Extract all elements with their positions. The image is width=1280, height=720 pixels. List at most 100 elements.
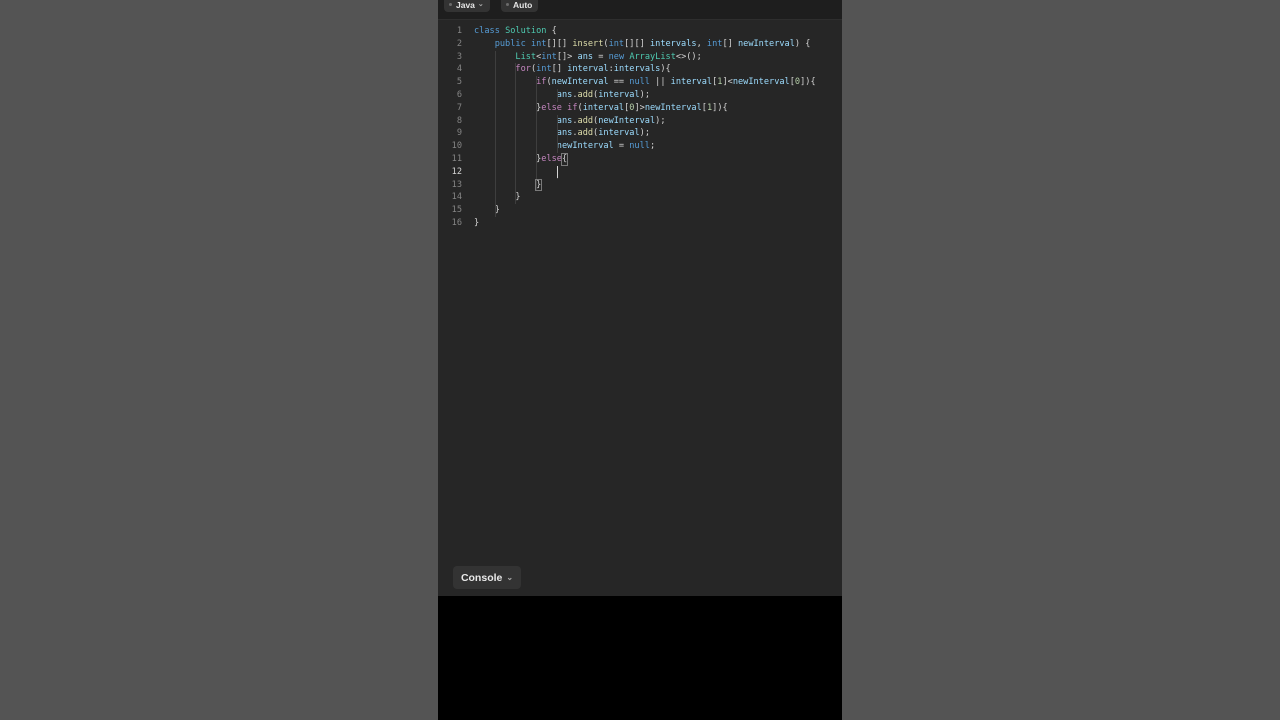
line-number: 5	[456, 77, 462, 88]
code-line[interactable]: 15 }	[438, 204, 842, 217]
code-token: [][]	[624, 38, 650, 49]
code-token: ArrayList	[629, 51, 676, 62]
line-number: 10	[451, 141, 462, 152]
language-label: Java	[456, 0, 475, 10]
code-text: }else{	[474, 153, 567, 166]
code-token: int	[536, 64, 552, 75]
code-token: int	[541, 51, 557, 62]
code-token: }	[474, 153, 542, 164]
line-number: 11	[451, 153, 462, 164]
code-line[interactable]: 7 }else if(interval[0]>newInterval[1]){	[438, 102, 842, 115]
text-cursor	[556, 165, 558, 178]
code-line[interactable]: 1 class Solution {	[438, 25, 842, 38]
code-token: ,	[696, 38, 707, 49]
code-line[interactable]: 2 public int[][] insert(int[][] interval…	[438, 38, 842, 51]
code-line[interactable]: 13 }	[438, 179, 842, 192]
code-token: }	[474, 192, 521, 203]
code-token: newInterval	[551, 77, 609, 88]
code-line[interactable]: 8 ans.add(newInterval);	[438, 115, 842, 128]
line-number: 3	[456, 51, 462, 62]
code-token: newInterval	[737, 38, 795, 49]
code-text: }	[474, 217, 479, 230]
code-text: class Solution {	[474, 25, 557, 38]
editor-toolbar: Java ⌄ Auto	[438, 0, 842, 20]
code-token: int	[706, 38, 723, 49]
code-token: =	[593, 51, 609, 62]
code-token: public	[494, 38, 526, 49]
code-token: int	[530, 38, 547, 49]
code-token: if	[567, 102, 578, 113]
code-token: newInterval	[598, 115, 656, 126]
language-dot-icon	[449, 3, 452, 6]
code-token: if	[536, 77, 547, 88]
code-editor[interactable]: Java ⌄ Auto 1 class Solution {2 public in…	[438, 0, 842, 596]
code-line[interactable]: 14 }	[438, 191, 842, 204]
code-token: =	[613, 141, 630, 152]
code-token: new	[608, 51, 625, 62]
mode-selector[interactable]: Auto	[501, 0, 539, 12]
code-token: for	[515, 64, 531, 75]
code-text: }else if(interval[0]>newInterval[1]){	[474, 102, 728, 115]
code-token: Solution	[505, 26, 547, 36]
language-selector[interactable]: Java ⌄	[444, 0, 490, 12]
code-token: add	[577, 89, 594, 100]
code-token: ;	[649, 141, 656, 152]
code-text: List<int[]> ans = new ArrayList<>();	[474, 51, 702, 64]
code-token: newInterval	[556, 141, 614, 152]
code-token: ans	[577, 51, 594, 62]
code-line[interactable]: 16}	[438, 217, 842, 230]
code-token: ans	[556, 115, 573, 126]
line-number: 14	[451, 192, 462, 203]
code-token: <>();	[675, 51, 702, 62]
code-text: if(newInterval == null || interval[1]<ne…	[474, 76, 816, 89]
code-token: interval	[567, 64, 609, 75]
line-number: 2	[456, 38, 462, 49]
mode-label: Auto	[513, 0, 533, 10]
line-number: 15	[451, 205, 462, 216]
code-line[interactable]: 9 ans.add(interval);	[438, 127, 842, 140]
bracket-match-highlight	[535, 178, 543, 192]
code-token: {	[546, 26, 557, 36]
indent-guide	[536, 76, 538, 192]
code-line[interactable]: 12	[438, 166, 842, 179]
code-token: ]){	[800, 77, 816, 88]
chevron-down-icon: ⌄	[506, 573, 514, 582]
line-number: 4	[456, 64, 462, 75]
mode-dot-icon	[506, 3, 509, 6]
code-token: ) {	[794, 38, 811, 49]
code-line[interactable]: 11 }else{	[438, 153, 842, 166]
code-text: }	[474, 191, 521, 204]
code-token: newInterval	[732, 77, 790, 88]
code-token: [][]	[546, 38, 573, 49]
code-token: ans	[556, 89, 573, 100]
console-button[interactable]: Console ⌄	[453, 566, 521, 589]
indent-guide	[515, 63, 517, 205]
code-token: ||	[649, 77, 671, 88]
code-token: add	[577, 128, 594, 139]
code-token: ]<	[722, 77, 733, 88]
code-line[interactable]: 5 if(newInterval == null || interval[1]<…	[438, 76, 842, 89]
code-token: interval	[598, 89, 640, 100]
code-token: []	[551, 64, 568, 75]
indent-guide	[556, 89, 558, 102]
chevron-down-icon: ⌄	[477, 1, 484, 8]
code-line[interactable]: 10 newInterval = null;	[438, 140, 842, 153]
code-token: interval	[598, 128, 640, 139]
code-token: }	[474, 102, 542, 113]
code-area[interactable]: 1 class Solution {2 public int[][] insert…	[438, 25, 842, 230]
code-token: );	[655, 115, 666, 126]
code-token: else	[541, 102, 562, 113]
code-line[interactable]: 3 List<int[]> ans = new ArrayList<>();	[438, 51, 842, 64]
line-number: 7	[456, 102, 462, 113]
line-number: 13	[451, 179, 462, 190]
code-line[interactable]: 4 for(int[] interval:intervals){	[438, 63, 842, 76]
indent-guide	[494, 50, 496, 217]
code-token: intervals	[649, 38, 697, 49]
line-number: 12	[451, 166, 462, 177]
code-text: }	[474, 204, 500, 217]
code-token: intervals	[613, 64, 661, 75]
code-token: null	[629, 141, 650, 152]
code-line[interactable]: 6 ans.add(interval);	[438, 89, 842, 102]
